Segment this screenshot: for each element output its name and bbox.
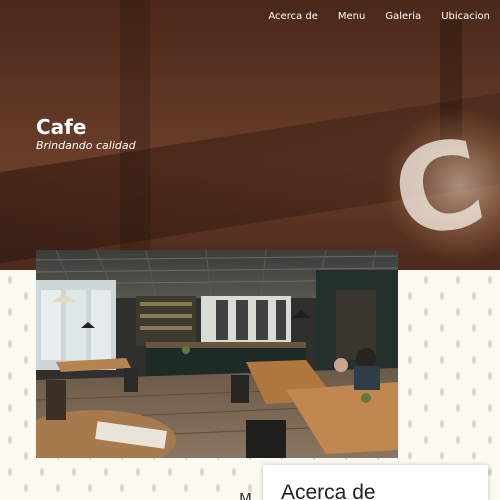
about-heading: Acerca de	[281, 481, 376, 500]
nav-link-acerca-de[interactable]: Acerca de	[258, 11, 328, 22]
cafe-interior-photo	[36, 250, 398, 458]
nav-link-galeria[interactable]: Galeria	[375, 11, 431, 22]
page-title: Cafe	[36, 115, 87, 139]
about-card: Acerca de	[263, 465, 488, 500]
hero-section: C Acerca de Menu Galeria Ubicacion Cafe …	[0, 0, 500, 270]
top-nav: Acerca de Menu Galeria Ubicacion	[258, 11, 500, 22]
nav-link-menu[interactable]: Menu	[328, 11, 375, 22]
page-subtitle: Brindando calidad	[36, 139, 136, 152]
cafe-interior-illustration	[36, 250, 398, 458]
hero-background-column	[120, 0, 150, 270]
menu-heading-peek: M	[239, 490, 252, 500]
nav-link-ubicacion[interactable]: Ubicacion	[431, 11, 500, 22]
